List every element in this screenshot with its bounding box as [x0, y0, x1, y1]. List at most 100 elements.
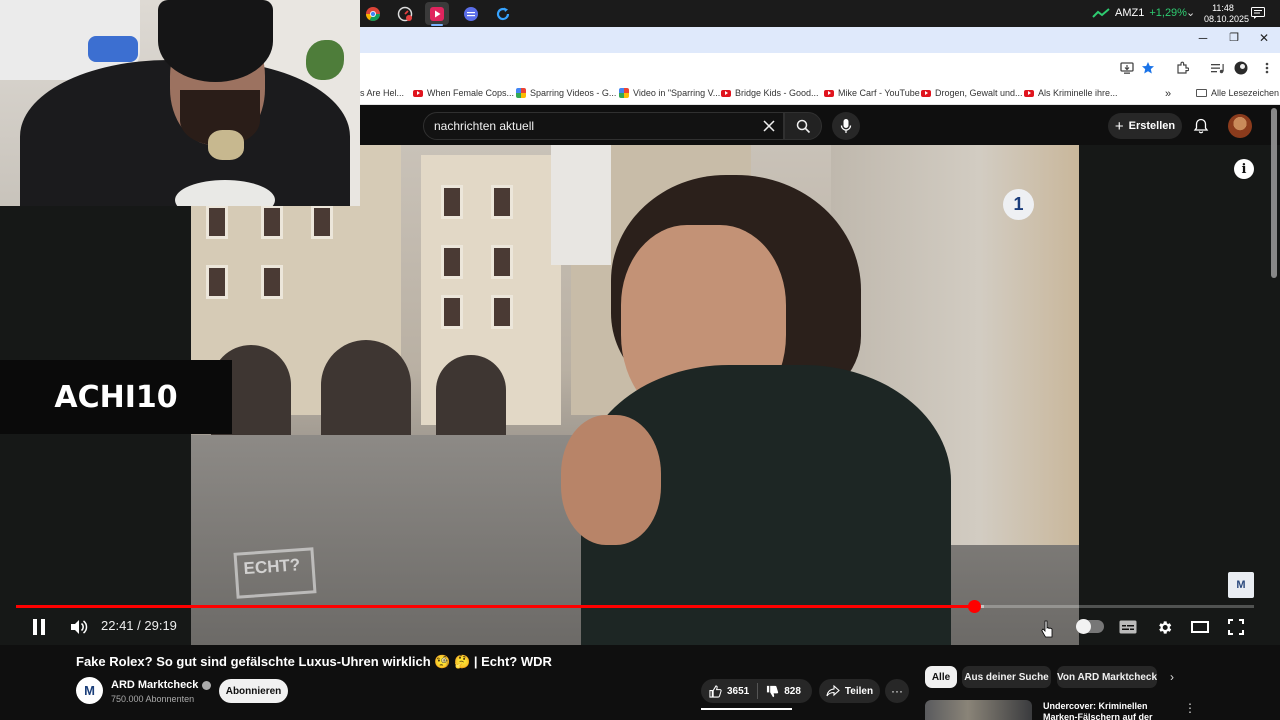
install-app-icon[interactable]	[1120, 61, 1134, 75]
bookmark-item[interactable]: Drogen, Gewalt und...	[921, 88, 1023, 98]
volume-button[interactable]	[68, 616, 90, 638]
bookmark-item[interactable]: s Are Hel...	[360, 88, 404, 98]
gear-icon	[1158, 620, 1171, 634]
window	[311, 205, 333, 239]
bookmark-item[interactable]: Bridge Kids - Good...	[721, 88, 819, 98]
background-sky	[551, 145, 611, 265]
media-player-app-icon[interactable]	[425, 2, 449, 26]
minimize-button[interactable]: ─	[1193, 31, 1213, 45]
autoplay-toggle[interactable]	[1076, 619, 1104, 634]
stock-change: +1,29%	[1149, 7, 1187, 19]
screen: 1 ECHT? i M ACHI10 AMZ1 +1,29% ⌄ 11:48 0…	[0, 0, 1280, 720]
chrome-app-icon[interactable]	[361, 2, 385, 25]
refresh-app-icon[interactable]	[491, 2, 515, 25]
like-button[interactable]: 3651	[701, 679, 757, 703]
person-hand	[561, 415, 661, 545]
speedometer-app-icon[interactable]	[393, 2, 417, 25]
all-bookmarks-button[interactable]: Alle Lesezeichen	[1196, 88, 1279, 98]
bookmark-label: Drogen, Gewalt und...	[935, 88, 1023, 98]
channel-name-link[interactable]: ARD Marktcheck	[111, 679, 212, 691]
search-button[interactable]	[784, 112, 822, 140]
dislike-button[interactable]: 828	[758, 679, 809, 703]
bookmark-label: Mike Carf - YouTube	[838, 88, 920, 98]
verified-badge-icon	[202, 680, 212, 690]
video-frame[interactable]	[191, 145, 1079, 645]
subscriber-count: 750.000 Abonnenten	[111, 694, 195, 704]
clock[interactable]: 11:48 08.10.2025	[1204, 3, 1249, 25]
pause-icon	[33, 619, 45, 635]
media-queue-icon[interactable]	[1210, 61, 1224, 75]
like-dislike-group: 3651 828	[701, 679, 812, 703]
chip-from-channel[interactable]: Von ARD Marktcheck	[1057, 666, 1157, 688]
chat-app-icon[interactable]	[459, 2, 483, 25]
create-label: Erstellen	[1128, 120, 1176, 132]
bookmarks-overflow-button[interactable]: »	[1165, 88, 1171, 100]
info-icon[interactable]: i	[1234, 159, 1254, 179]
bookmark-label: Video in "Sparring V...	[633, 88, 721, 98]
close-window-button[interactable]: ✕	[1254, 31, 1274, 45]
chevron-down-icon[interactable]: ⌄	[1186, 6, 1195, 19]
settings-button[interactable]	[1153, 616, 1175, 638]
theater-mode-button[interactable]	[1189, 616, 1211, 638]
browser-tab-strip	[360, 27, 1280, 53]
bookmark-star-icon[interactable]	[1141, 61, 1155, 75]
youtube-icon	[1024, 89, 1034, 97]
subtitles-button[interactable]	[1117, 617, 1139, 637]
progress-bar[interactable]	[16, 600, 1254, 613]
notifications-bell-icon[interactable]	[1193, 118, 1209, 134]
bookmark-item[interactable]: Mike Carf - YouTube	[824, 88, 920, 98]
menu-kebab-icon[interactable]	[1260, 61, 1274, 75]
window	[441, 185, 463, 219]
share-button[interactable]: Teilen	[819, 679, 880, 703]
archway	[321, 340, 411, 435]
notification-icon[interactable]	[1251, 6, 1265, 19]
youtube-icon	[721, 89, 731, 97]
page-scrollbar[interactable]	[1271, 108, 1277, 278]
bookmark-item[interactable]: When Female Cops...	[413, 88, 514, 98]
window	[261, 265, 283, 299]
profile-avatar-icon[interactable]	[1234, 61, 1248, 75]
pinwheel-icon	[516, 88, 526, 98]
stock-widget[interactable]: AMZ1 +1,29%	[1092, 7, 1187, 19]
chevron-right-icon[interactable]: ›	[1170, 670, 1174, 684]
bookmark-item[interactable]: Sparring Videos - G...	[516, 88, 616, 98]
clear-search-icon[interactable]	[762, 119, 776, 133]
streamer-brand-overlay: ACHI10	[0, 360, 232, 434]
volume-icon	[71, 620, 88, 634]
bookmark-label: Bridge Kids - Good...	[735, 88, 819, 98]
youtube-icon	[413, 89, 423, 97]
webcam-food	[208, 130, 244, 160]
bookmark-item[interactable]: Als Kriminelle ihre...	[1024, 88, 1118, 98]
fullscreen-button[interactable]	[1225, 616, 1247, 638]
chip-all[interactable]: Alle	[925, 666, 957, 688]
bookmark-label: When Female Cops...	[427, 88, 515, 98]
pause-button[interactable]	[28, 616, 50, 638]
window	[441, 295, 463, 329]
recommended-video-title[interactable]: Undercover: Kriminellen Marken-Fälschern…	[1043, 701, 1173, 720]
like-ratio-bar	[701, 708, 792, 710]
fullscreen-icon	[1228, 619, 1244, 635]
extensions-icon[interactable]	[1175, 61, 1189, 75]
stock-name: AMZ1	[1115, 7, 1145, 19]
account-avatar[interactable]	[1228, 114, 1252, 138]
bookmark-item[interactable]: Video in "Sparring V...	[619, 88, 720, 98]
window	[491, 245, 513, 279]
window	[491, 295, 513, 329]
recommended-video-thumbnail[interactable]	[925, 700, 1032, 720]
create-button[interactable]: + Erstellen	[1108, 113, 1182, 139]
window	[491, 185, 513, 219]
echt-logo: ECHT?	[233, 547, 317, 599]
subscribe-button[interactable]: Abonnieren	[219, 679, 288, 703]
channel-avatar[interactable]: M	[76, 677, 103, 704]
voice-search-button[interactable]	[832, 112, 860, 140]
thumbs-up-icon	[709, 684, 722, 698]
chip-from-search[interactable]: Aus deiner Suche	[962, 666, 1051, 688]
more-actions-button[interactable]: ···	[885, 679, 909, 703]
recommended-more-icon[interactable]: ⋮	[1184, 701, 1196, 715]
time-display: 22:41 / 29:19	[101, 618, 177, 633]
channel-watermark[interactable]: M	[1228, 572, 1254, 598]
restore-button[interactable]: ❐	[1224, 31, 1244, 44]
brand-text: ACHI10	[54, 379, 178, 415]
share-icon	[826, 685, 840, 697]
webcam-overlay	[0, 0, 360, 206]
